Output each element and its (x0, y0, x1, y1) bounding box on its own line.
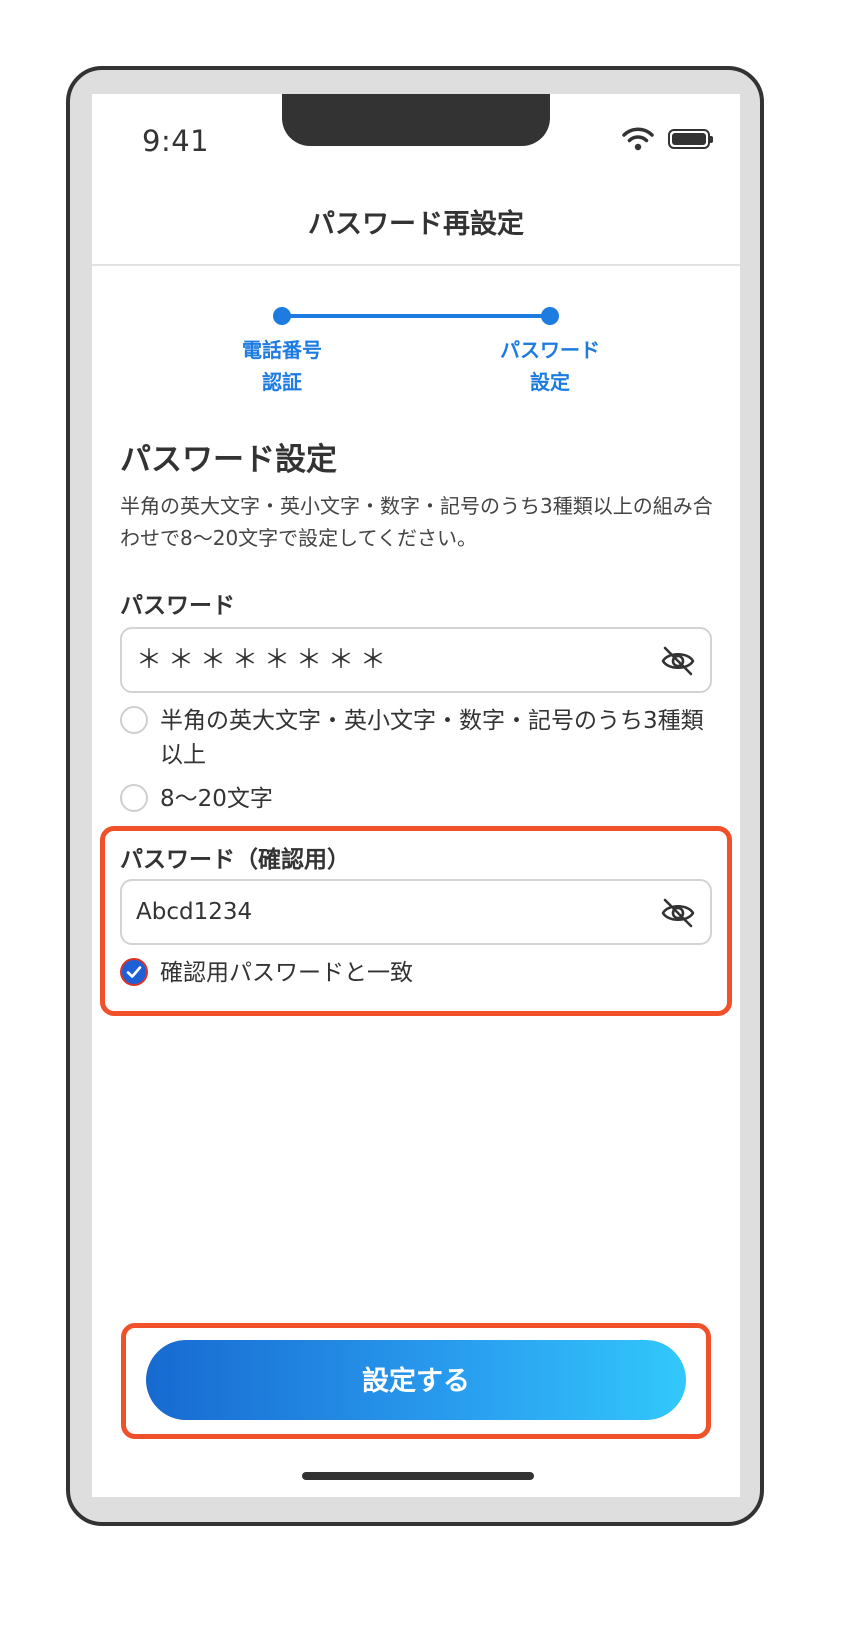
step-dot-phone (273, 307, 291, 325)
confirm-match-text: 確認用パスワードと一致 (160, 960, 413, 986)
status-icons (622, 124, 713, 154)
eye-off-icon[interactable] (660, 895, 696, 931)
confirm-password-input[interactable]: Abcd1234 (120, 879, 712, 945)
confirm-match-item: 確認用パスワードと一致 (120, 956, 720, 990)
home-indicator (302, 1472, 534, 1480)
rule-text-length: 8〜20文字 (160, 786, 273, 812)
checkmark-icon (126, 966, 142, 978)
password-value: ＊＊＊＊＊＊＊＊ (136, 645, 393, 675)
confirm-password-value: Abcd1234 (136, 899, 253, 925)
rule-item-length: 8〜20文字 (120, 782, 720, 816)
step-label-phone-line1: 電話番号 (242, 338, 322, 362)
step-dot-password (541, 307, 559, 325)
section-title: パスワード設定 (120, 442, 337, 478)
phone-screen: 9:41 パスワード再設定 電話番号 認証 パスワード 設定 パスワード設定 半… (92, 94, 740, 1497)
step-label-password: パスワード 設定 (480, 334, 620, 398)
step-label-password-line1: パスワード (500, 338, 600, 362)
submit-button[interactable]: 設定する (146, 1340, 686, 1420)
rule-radio-char-types (120, 706, 148, 734)
eye-off-icon[interactable] (660, 643, 696, 679)
rule-radio-length (120, 784, 148, 812)
battery-icon (668, 129, 713, 149)
confirm-match-check (120, 958, 148, 986)
rule-text-char-types: 半角の英大文字・英小文字・数字・記号のうち3種類以上 (160, 708, 704, 768)
step-label-password-line2: 設定 (530, 370, 570, 394)
rule-item-char-types: 半角の英大文字・英小文字・数字・記号のうち3種類以上 (120, 704, 720, 772)
page-title: パスワード再設定 (308, 209, 524, 240)
status-time: 9:41 (142, 124, 210, 158)
step-label-phone: 電話番号 認証 (212, 334, 352, 398)
header-divider (92, 264, 740, 266)
stepper-line (282, 314, 550, 318)
section-description: 半角の英大文字・英小文字・数字・記号のうち3種類以上の組み合わせで8〜20文字で… (120, 494, 713, 550)
password-input[interactable]: ＊＊＊＊＊＊＊＊ (120, 627, 712, 693)
confirm-password-label: パスワード（確認用） (120, 847, 350, 873)
step-label-phone-line2: 認証 (262, 370, 302, 394)
password-label: パスワード (120, 593, 235, 619)
wifi-icon (622, 127, 654, 151)
notch (282, 94, 550, 146)
